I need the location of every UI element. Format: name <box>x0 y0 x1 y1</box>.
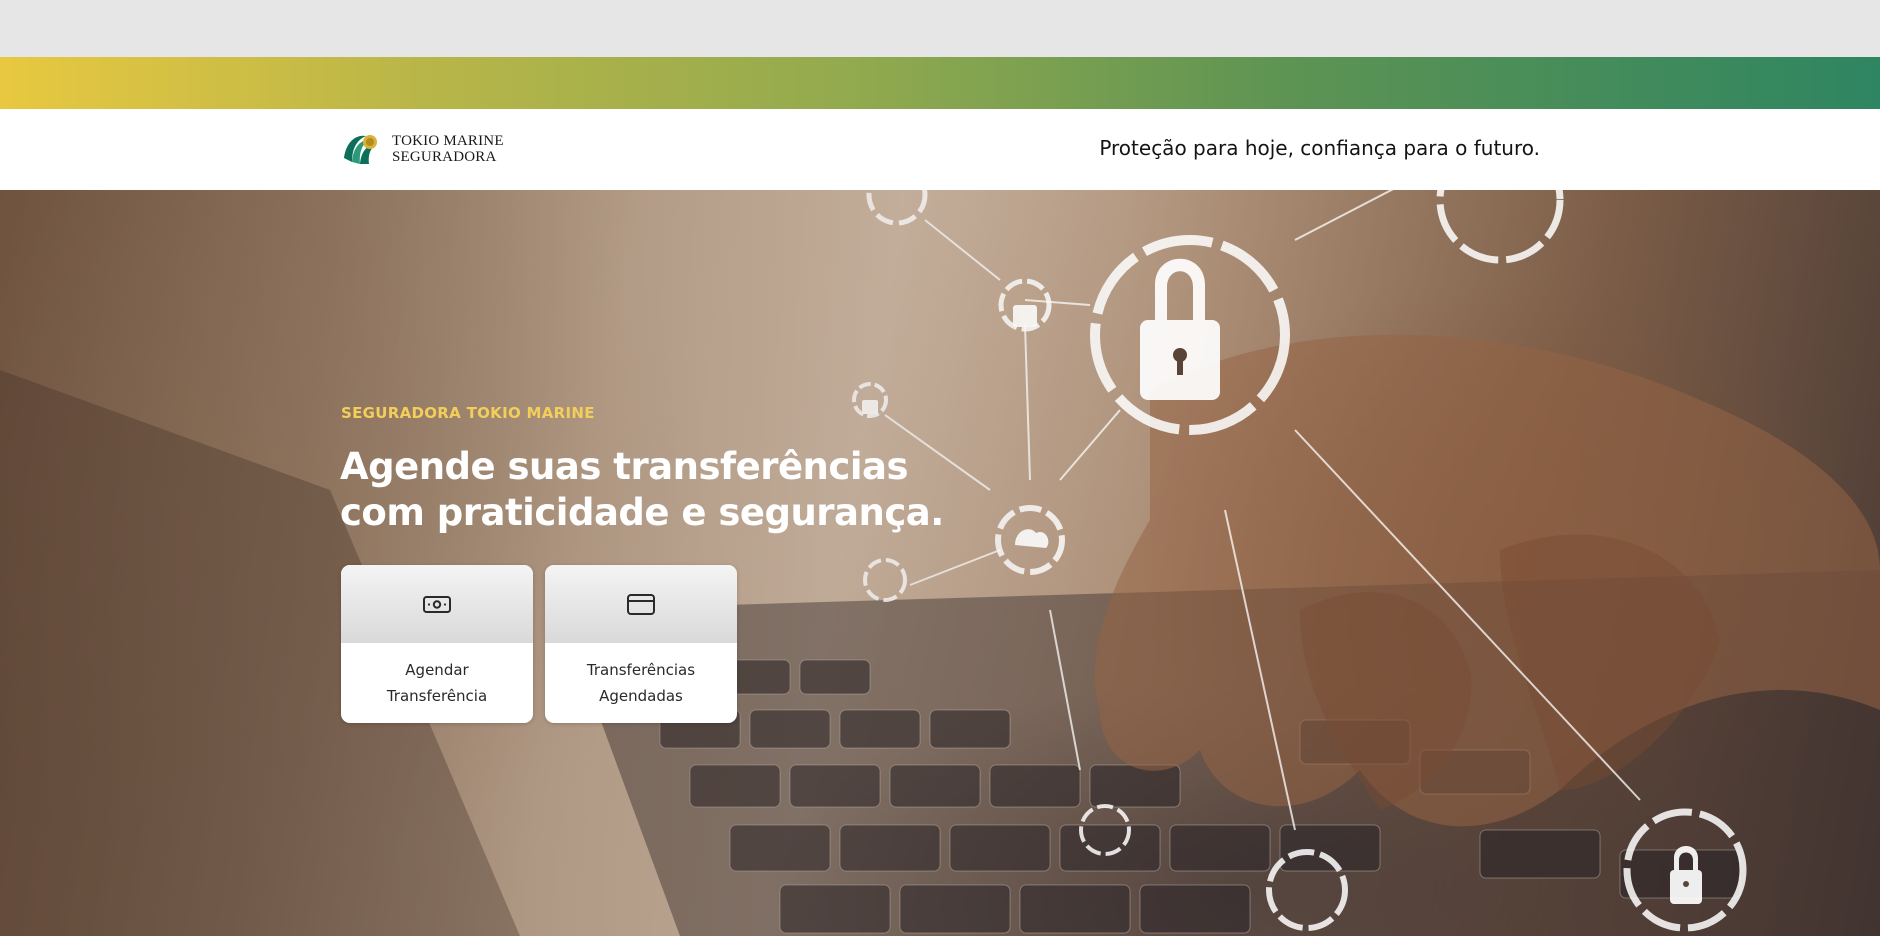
card-icon-area <box>545 565 737 643</box>
hero-eyebrow: SEGURADORA TOKIO MARINE <box>341 404 595 422</box>
cash-icon <box>423 596 451 613</box>
hero-banner: SEGURADORA TOKIO MARINE Agende suas tran… <box>0 190 1880 936</box>
header-tagline: Proteção para hoje, confiança para o fut… <box>1099 136 1540 160</box>
card-icon-area <box>341 565 533 643</box>
card-label-area: Transferências Agendadas <box>545 643 737 723</box>
logo-line-1: TOKIO MARINE <box>392 133 504 149</box>
hero-shade <box>0 190 1880 936</box>
tokio-marine-logo[interactable]: TOKIO MARINE SEGURADORA <box>340 128 504 170</box>
tokio-marine-logo-icon <box>342 130 380 168</box>
hero-headline: Agende suas transferências com praticida… <box>340 445 944 534</box>
card-label-area: Agendar Transferência <box>341 643 533 723</box>
site-header: TOKIO MARINE SEGURADORA Proteção para ho… <box>0 109 1880 190</box>
action-cards: Agendar Transferência Transferências Age… <box>341 565 737 723</box>
credit-card-icon <box>627 594 655 615</box>
scheduled-transfers-label: Transferências Agendadas <box>586 661 696 705</box>
scheduled-transfers-card[interactable]: Transferências Agendadas <box>545 565 737 723</box>
logo-line-2: SEGURADORA <box>392 149 497 165</box>
browser-top-strip <box>0 0 1880 57</box>
schedule-transfer-card[interactable]: Agendar Transferência <box>341 565 533 723</box>
schedule-transfer-label: Agendar Transferência <box>386 661 488 705</box>
brand-gradient-bar <box>0 57 1880 109</box>
logo-wordmark: TOKIO MARINE SEGURADORA <box>392 133 504 165</box>
